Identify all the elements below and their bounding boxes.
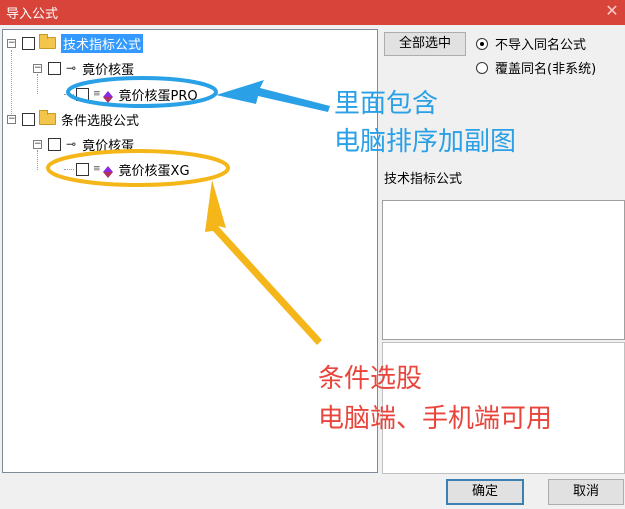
checkbox[interactable] <box>76 162 89 176</box>
gem-icon <box>102 166 113 178</box>
title-bar: 导入公式 ✕ <box>0 0 625 25</box>
checkbox[interactable] <box>48 61 61 75</box>
radio-label: 覆盖同名(非系统) <box>495 62 597 77</box>
checkbox[interactable] <box>76 87 89 101</box>
cancel-button[interactable]: 取消 <box>548 479 624 505</box>
radio-skip-same-name[interactable]: 不导入同名公式 <box>476 34 586 53</box>
collapse-icon[interactable]: − <box>33 63 42 73</box>
key-icon: ⊸ <box>66 61 77 75</box>
tree-node-stock-selection[interactable]: − 条件选股公式 <box>7 109 139 129</box>
radio-button[interactable] <box>476 37 488 50</box>
lines-icon: ≡ <box>93 89 101 99</box>
window-title: 导入公式 <box>6 7 59 22</box>
radio-label: 不导入同名公式 <box>495 38 587 53</box>
key-icon: ⊸ <box>66 137 77 151</box>
folder-icon <box>39 110 56 125</box>
formula-preview[interactable] <box>382 200 625 340</box>
select-all-button[interactable]: 全部选中 <box>384 32 466 56</box>
annotation-red-line-2: 电脑端、手机端可用 <box>318 404 553 434</box>
ok-button[interactable]: 确定 <box>446 479 524 505</box>
formula-group-label: 技术指标公式 <box>384 172 463 187</box>
tree-node-label: 竟价核蛋 <box>82 62 135 78</box>
tree-line <box>64 94 74 95</box>
checkbox[interactable] <box>48 137 61 151</box>
radio-button[interactable] <box>476 61 488 74</box>
tree-node-label: 条件选股公式 <box>61 113 140 129</box>
tree-node-label: 竟价核蛋PRO <box>118 88 198 104</box>
collapse-icon[interactable]: − <box>33 139 42 149</box>
folder-icon <box>39 34 56 49</box>
tree-node-indicator[interactable]: − ⊸ 竟价核蛋 <box>33 58 134 78</box>
lines-icon: ≡ <box>93 164 101 174</box>
collapse-icon[interactable]: − <box>7 114 16 124</box>
annotation-blue-line-1: 里面包含 <box>334 89 439 119</box>
checkbox[interactable] <box>22 112 35 126</box>
tree-node-label: 竟价核蛋XG <box>118 163 190 179</box>
tree-node-label: 竟价核蛋 <box>82 138 135 154</box>
checkbox[interactable] <box>22 36 35 50</box>
radio-overwrite-same-name[interactable]: 覆盖同名(非系统) <box>476 58 596 77</box>
close-icon[interactable]: ✕ <box>603 2 621 20</box>
tree-line <box>64 169 74 170</box>
tree-node-label: 技术指标公式 <box>61 33 144 53</box>
gem-icon <box>102 91 113 103</box>
annotation-red-line-1: 条件选股 <box>318 364 423 394</box>
tree-node-selection-xg[interactable]: ≡ 竟价核蛋XG <box>76 159 190 179</box>
tree-node-indicator-pro[interactable]: ≡ 竟价核蛋PRO <box>76 84 198 104</box>
collapse-icon[interactable]: − <box>7 38 16 48</box>
tree-node-selection-formula[interactable]: − ⊸ 竟价核蛋 <box>33 134 134 154</box>
annotation-blue-line-2: 电脑排序加副图 <box>334 127 517 157</box>
tree-node-tech-formulas[interactable]: − 技术指标公式 <box>7 33 144 53</box>
